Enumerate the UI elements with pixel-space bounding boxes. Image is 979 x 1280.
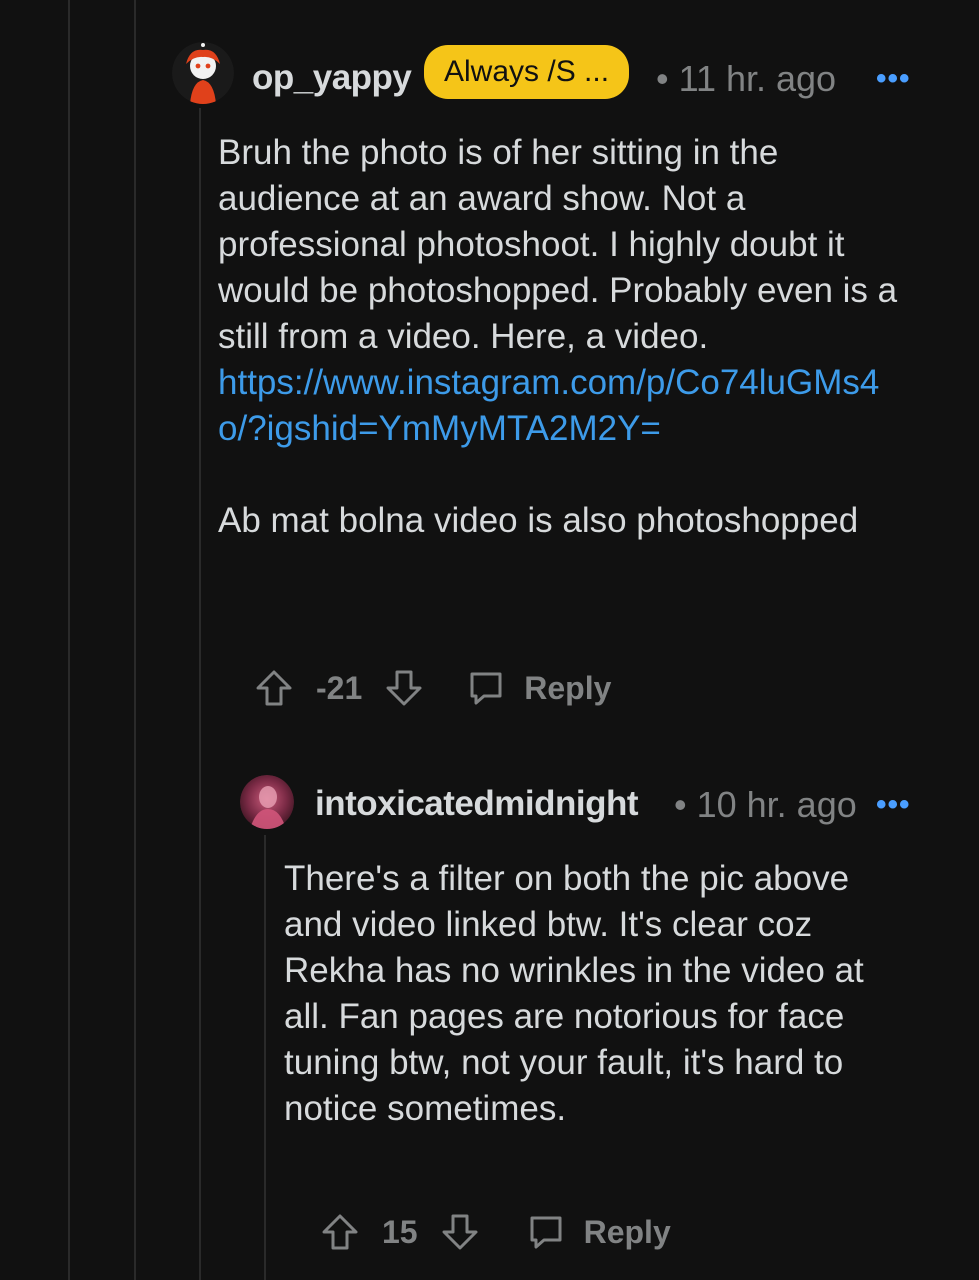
thread-line-3 [199,108,201,1280]
reply-bubble-icon[interactable] [526,1212,566,1252]
reply-button[interactable]: Reply [524,670,611,707]
thread-line-2 [134,0,136,1280]
comment-actions: -21 Reply [254,666,611,710]
avatar[interactable] [240,775,294,829]
timestamp: • 11 hr. ago [656,58,837,99]
upvote-icon[interactable] [320,1212,360,1252]
avatar[interactable] [172,42,234,104]
more-options-icon[interactable]: ••• [876,62,911,96]
downvote-icon[interactable] [440,1212,480,1252]
comment-paragraph: Bruh the photo is of her sitting in the … [218,133,898,356]
thread-line-4 [264,835,266,1280]
instagram-link[interactable]: https://www.instagram.com/p/Co74luGMs4o/… [218,363,879,448]
vote-score: 15 [382,1213,418,1250]
username[interactable]: op_yappy [252,58,412,98]
vote-score: -21 [316,669,363,706]
username[interactable]: intoxicatedmidnight [315,784,639,824]
user-flair: Always /S ... [424,45,630,99]
reply-button[interactable]: Reply [584,1214,671,1251]
comment-paragraph-2: Ab mat bolna video is also photoshopped [218,501,859,540]
comment-actions: 15 Reply [320,1210,671,1254]
comment-body: There's a filter on both the pic above a… [284,859,864,1128]
user-photo-icon [240,775,294,829]
downvote-icon[interactable] [384,668,424,708]
timestamp: • 10 hr. ago [674,784,857,825]
comment-body: Bruh the photo is of her sitting in the … [218,130,908,544]
upvote-icon[interactable] [254,668,294,708]
reply-bubble-icon[interactable] [466,668,506,708]
more-options-icon[interactable]: ••• [876,788,911,822]
snoo-avatar-icon [172,42,234,104]
thread-line-1 [68,0,70,1280]
